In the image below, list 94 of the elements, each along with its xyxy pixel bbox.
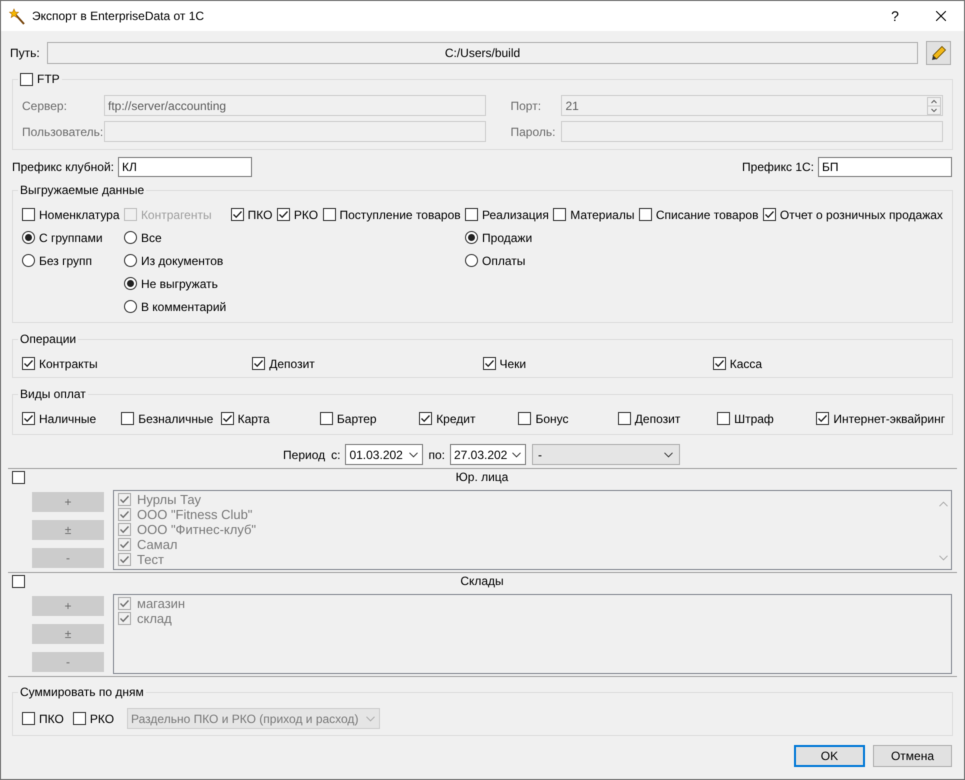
input-field[interactable]: ftp://server/accounting xyxy=(104,95,486,116)
date-to-field[interactable]: 27.03.202 xyxy=(450,444,526,465)
window-title: Экспорт в EnterpriseData от 1С xyxy=(32,9,206,23)
caret-icon[interactable] xyxy=(512,452,521,458)
radio-label[interactable]: С группами xyxy=(39,230,103,244)
section-title: Юр. лица xyxy=(456,470,508,484)
period-label: Период xyxy=(283,448,326,462)
section-title: Склады xyxy=(460,574,504,588)
checkbox[interactable] xyxy=(20,72,33,86)
checkbox[interactable] xyxy=(22,357,35,370)
checkbox-label[interactable]: Интернет-эквайринг xyxy=(833,412,946,426)
checkbox[interactable] xyxy=(518,412,532,425)
caret-icon[interactable] xyxy=(664,452,673,458)
input-field[interactable] xyxy=(561,121,943,142)
checkbox[interactable] xyxy=(482,357,496,370)
checkbox-label[interactable]: Депозит xyxy=(634,412,680,426)
checkbox[interactable] xyxy=(553,208,566,221)
checkbox[interactable] xyxy=(419,412,432,425)
checkbox-label[interactable]: Материалы xyxy=(570,208,634,222)
checkbox[interactable] xyxy=(618,412,631,425)
checkbox[interactable] xyxy=(22,208,35,221)
checkbox[interactable] xyxy=(22,412,35,425)
checkbox-label[interactable]: Контракты xyxy=(39,356,98,370)
checkbox-label[interactable]: Безналичные xyxy=(138,412,214,426)
checkbox-label[interactable]: Наличные xyxy=(39,412,96,426)
checkbox[interactable] xyxy=(276,208,290,221)
input-field[interactable] xyxy=(104,121,486,142)
edit-path-button[interactable] xyxy=(926,41,951,65)
checkbox[interactable] xyxy=(252,357,266,370)
group-title: Суммировать по дням xyxy=(19,685,145,699)
checkbox[interactable] xyxy=(320,412,333,425)
checkbox-label[interactable]: Номенклатура xyxy=(39,208,120,222)
field-label: Пароль: xyxy=(510,124,556,140)
to-label: по: xyxy=(428,448,445,462)
checkbox[interactable] xyxy=(638,208,652,221)
checkbox-label[interactable]: Чеки xyxy=(500,356,526,370)
radio-label[interactable]: Оплаты xyxy=(482,254,526,268)
field-label: Сервер: xyxy=(22,98,68,114)
spin-arrows-icon[interactable] xyxy=(927,96,941,114)
field-label: Пользователь: xyxy=(22,124,104,140)
checkbox[interactable] xyxy=(322,208,336,221)
checkbox[interactable] xyxy=(121,412,134,425)
date-from-field[interactable]: 01.03.202 xyxy=(345,444,424,465)
radio-label[interactable]: Без групп xyxy=(39,254,92,268)
checkbox[interactable] xyxy=(712,357,726,370)
checkbox[interactable] xyxy=(22,712,35,725)
checkbox[interactable] xyxy=(72,712,86,725)
checkbox-label[interactable]: Бонус xyxy=(535,412,569,426)
field-label: Порт: xyxy=(510,98,542,114)
checkbox-label[interactable]: РКО xyxy=(294,208,318,222)
spin-field[interactable]: 21 xyxy=(561,95,943,116)
checkbox-label[interactable]: Поступление товаров xyxy=(340,208,461,222)
help-button[interactable]: ? xyxy=(872,1,918,31)
checkbox[interactable] xyxy=(230,208,244,221)
checkbox-label[interactable]: ПКО xyxy=(39,712,64,726)
pencil-icon[interactable] xyxy=(930,45,946,61)
checkbox[interactable] xyxy=(816,412,830,425)
radio-button[interactable] xyxy=(22,254,35,267)
group-title: Выгружаемые данные xyxy=(19,183,146,197)
checkbox-label[interactable]: Отчет о розничных продажах xyxy=(780,208,943,222)
checkbox-label[interactable]: Касса xyxy=(730,356,762,370)
prefix-field[interactable]: КЛ xyxy=(118,157,252,177)
path-label: Путь: xyxy=(10,46,41,60)
checkbox[interactable] xyxy=(220,412,234,425)
radio-button[interactable] xyxy=(465,254,478,267)
checkbox-label[interactable]: Реализация xyxy=(482,208,549,222)
checkbox[interactable] xyxy=(465,208,478,221)
wand-icon xyxy=(9,8,26,24)
radio-label[interactable]: Продажи xyxy=(482,230,532,244)
group-title: Операции xyxy=(19,332,78,346)
checkbox-label[interactable]: Бартер xyxy=(336,412,377,426)
group-title: Виды оплат xyxy=(19,387,87,401)
checkbox[interactable] xyxy=(717,412,730,425)
checkbox-label[interactable]: Карта xyxy=(238,412,270,426)
checkbox-label[interactable]: Списание товаров xyxy=(656,208,758,222)
checkbox-label[interactable]: Кредит xyxy=(436,412,476,426)
checkbox-label[interactable]: Депозит xyxy=(269,356,315,370)
radio-button[interactable] xyxy=(465,231,478,244)
caret-icon[interactable] xyxy=(409,452,418,458)
checkbox-label[interactable]: РКО xyxy=(90,712,114,726)
close-icon[interactable] xyxy=(936,11,946,21)
checkbox[interactable] xyxy=(762,208,776,221)
checkbox-label[interactable]: Штраф xyxy=(734,412,774,426)
filter-dropdown[interactable]: - xyxy=(532,444,680,465)
prefix-label: Префикс 1С: xyxy=(742,160,814,174)
ok-button[interactable]: OK xyxy=(794,745,865,767)
prefix-field[interactable]: БП xyxy=(818,157,952,177)
prefix-label: Префикс клубной: xyxy=(12,160,114,174)
radio-button[interactable] xyxy=(22,231,35,244)
checkbox-label[interactable]: FTP xyxy=(37,72,60,86)
checkbox-label[interactable]: ПКО xyxy=(248,208,272,222)
path-field[interactable]: C:/Users/build xyxy=(47,42,918,64)
cancel-button[interactable]: Отмена xyxy=(872,745,952,767)
from-label: с: xyxy=(331,448,340,462)
